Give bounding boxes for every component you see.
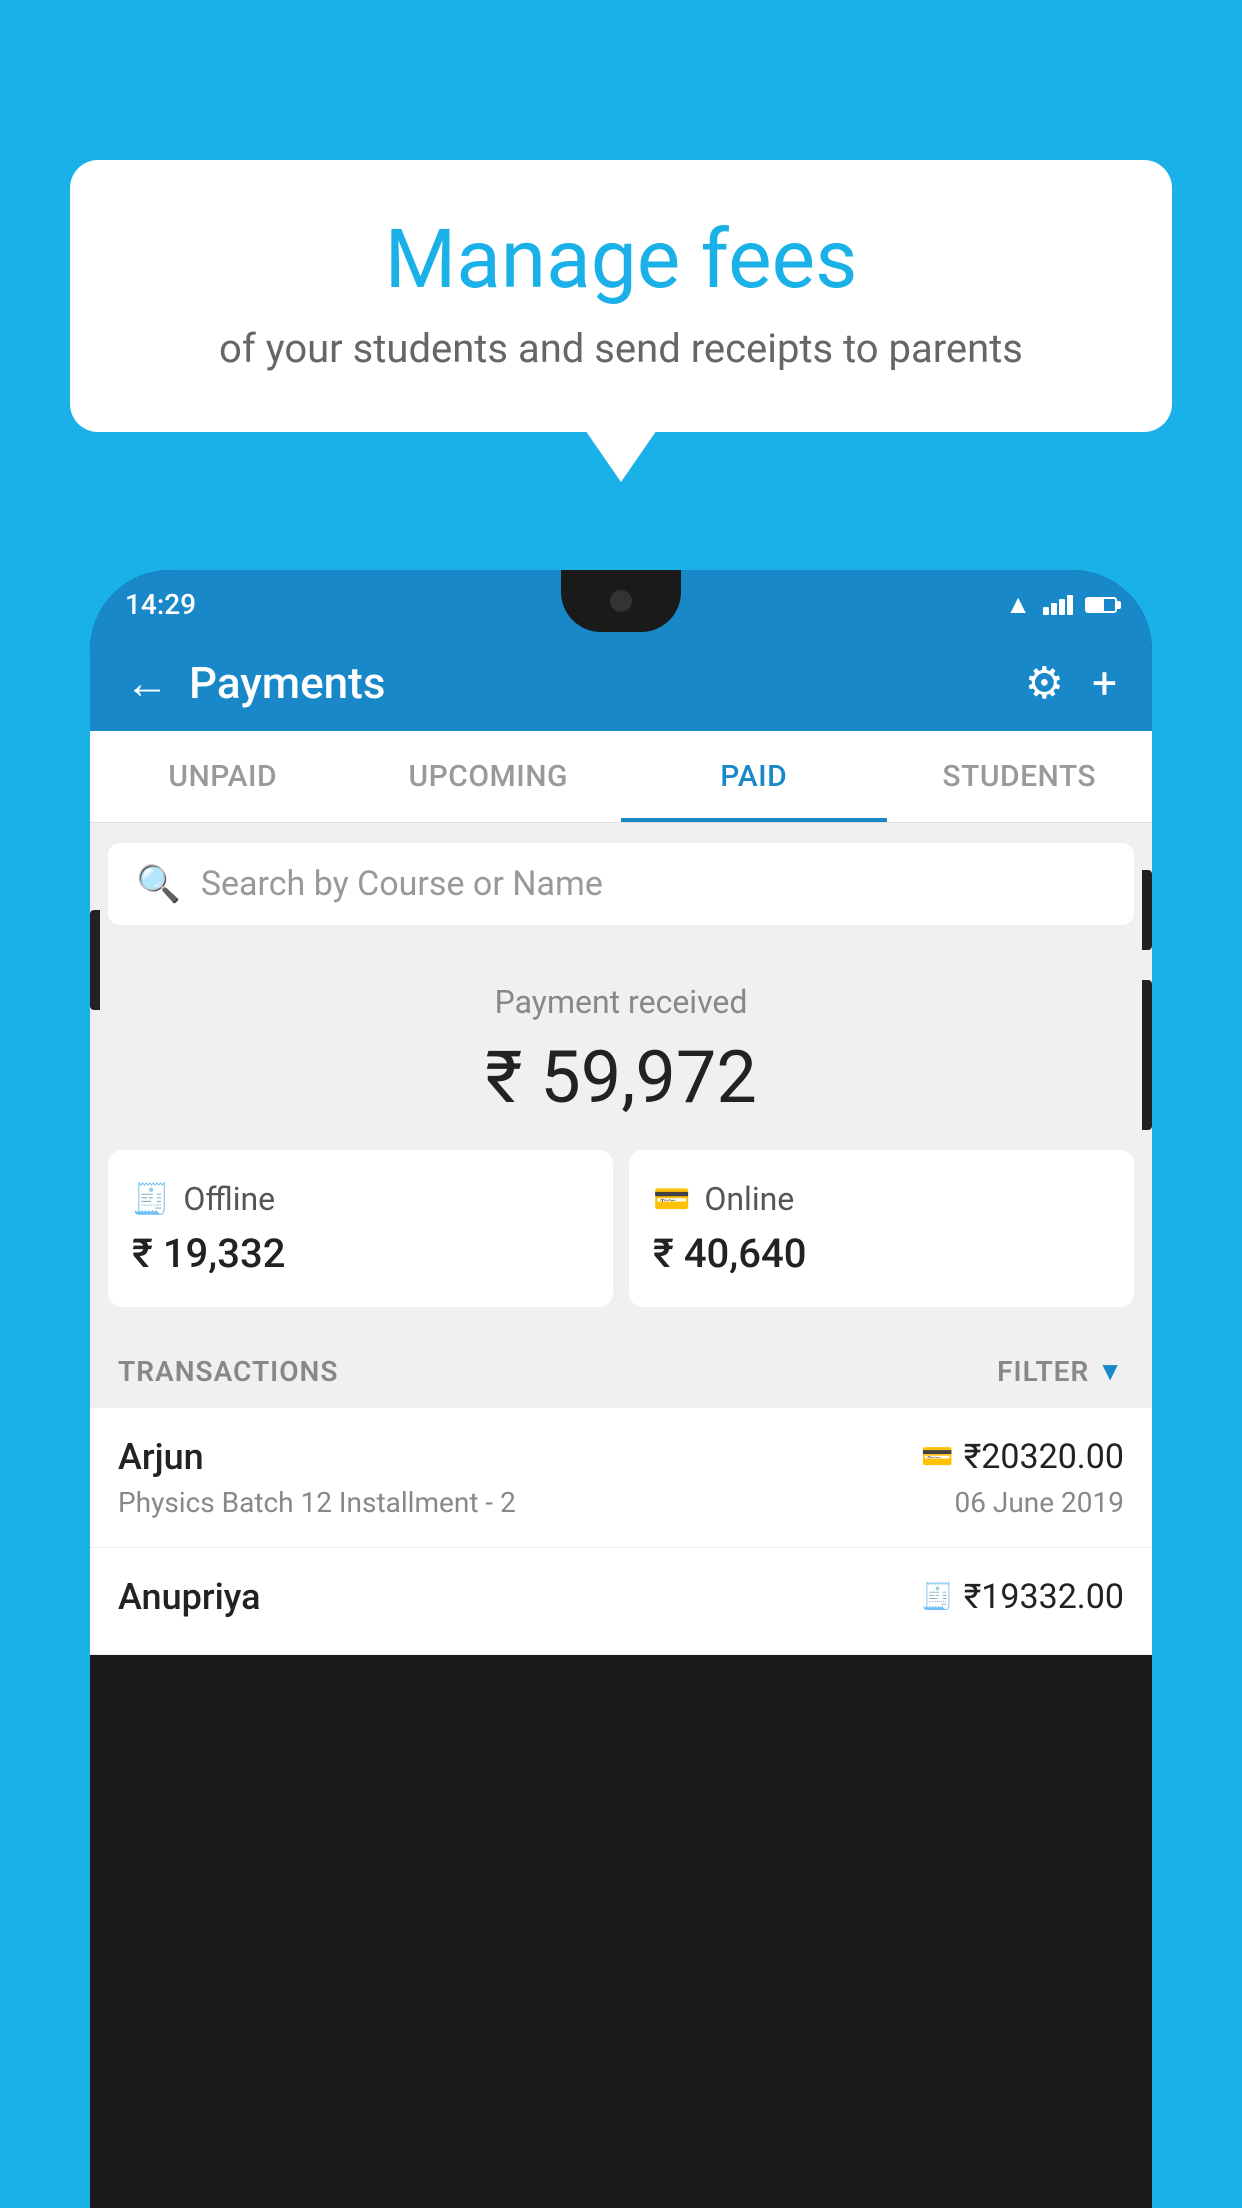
payment-cards: 🧾 Offline ₹ 19,332 💳 Online ₹ 40,640 — [90, 1150, 1152, 1335]
transactions-label: TRANSACTIONS — [118, 1355, 338, 1388]
online-pay-icon: 💳 — [921, 1442, 953, 1472]
status-icons: ▲ — [1005, 589, 1117, 620]
tab-unpaid[interactable]: UNPAID — [90, 731, 356, 822]
online-payment-card: 💳 Online ₹ 40,640 — [629, 1150, 1134, 1307]
tab-bar: UNPAID UPCOMING PAID STUDENTS — [90, 731, 1152, 823]
app-header: ← Payments ⚙ + — [90, 635, 1152, 731]
transaction-name: Anupriya — [118, 1576, 261, 1618]
table-row: Anupriya 🧾 ₹19332.00 — [90, 1548, 1152, 1655]
offline-payment-card: 🧾 Offline ₹ 19,332 — [108, 1150, 613, 1307]
bubble-title: Manage fees — [130, 215, 1112, 305]
payment-received-section: Payment received ₹ 59,972 — [90, 945, 1152, 1150]
status-time: 14:29 — [125, 588, 196, 621]
settings-icon[interactable]: ⚙ — [1025, 657, 1064, 709]
front-camera — [610, 590, 632, 612]
side-button-volume — [90, 910, 100, 1010]
main-content: 🔍 Search by Course or Name Payment recei… — [90, 823, 1152, 1655]
transaction-name: Arjun — [118, 1436, 204, 1478]
battery-icon — [1085, 597, 1117, 613]
phone-frame: 14:29 ▲ ← Payments — [90, 570, 1152, 2208]
tab-students[interactable]: STUDENTS — [887, 731, 1153, 822]
transactions-header: TRANSACTIONS FILTER ▼ — [90, 1335, 1152, 1408]
offline-icon: 🧾 — [132, 1182, 169, 1217]
filter-icon: ▼ — [1097, 1356, 1124, 1387]
transaction-amount: 🧾 ₹19332.00 — [921, 1577, 1124, 1617]
back-button[interactable]: ← — [125, 657, 169, 709]
transaction-date: 06 June 2019 — [954, 1486, 1124, 1519]
signal-icon — [1043, 595, 1073, 615]
phone-notch — [561, 570, 681, 632]
tab-paid[interactable]: PAID — [621, 731, 887, 822]
payment-received-label: Payment received — [110, 983, 1132, 1021]
online-icon: 💳 — [653, 1182, 690, 1217]
filter-button[interactable]: FILTER ▼ — [997, 1355, 1124, 1388]
payment-total-amount: ₹ 59,972 — [110, 1035, 1132, 1120]
wifi-icon: ▲ — [1005, 589, 1031, 620]
online-amount: ₹ 40,640 — [653, 1230, 1110, 1277]
tab-upcoming[interactable]: UPCOMING — [356, 731, 622, 822]
bubble-subtitle: of your students and send receipts to pa… — [130, 325, 1112, 372]
offline-pay-icon: 🧾 — [921, 1582, 953, 1612]
table-row: Arjun 💳 ₹20320.00 Physics Batch 12 Insta… — [90, 1408, 1152, 1548]
side-button-volume-right — [1142, 980, 1152, 1130]
offline-label: Offline — [183, 1180, 275, 1218]
search-input[interactable]: Search by Course or Name — [201, 864, 603, 904]
add-button[interactable]: + — [1092, 657, 1117, 709]
search-bar[interactable]: 🔍 Search by Course or Name — [108, 843, 1134, 925]
page-title: Payments — [189, 657, 385, 709]
search-icon: 🔍 — [136, 863, 181, 905]
side-button-power — [1142, 870, 1152, 950]
online-label: Online — [704, 1180, 794, 1218]
transaction-course: Physics Batch 12 Installment - 2 — [118, 1486, 516, 1519]
transaction-amount: 💳 ₹20320.00 — [921, 1437, 1124, 1477]
speech-bubble: Manage fees of your students and send re… — [70, 160, 1172, 432]
offline-amount: ₹ 19,332 — [132, 1230, 589, 1277]
